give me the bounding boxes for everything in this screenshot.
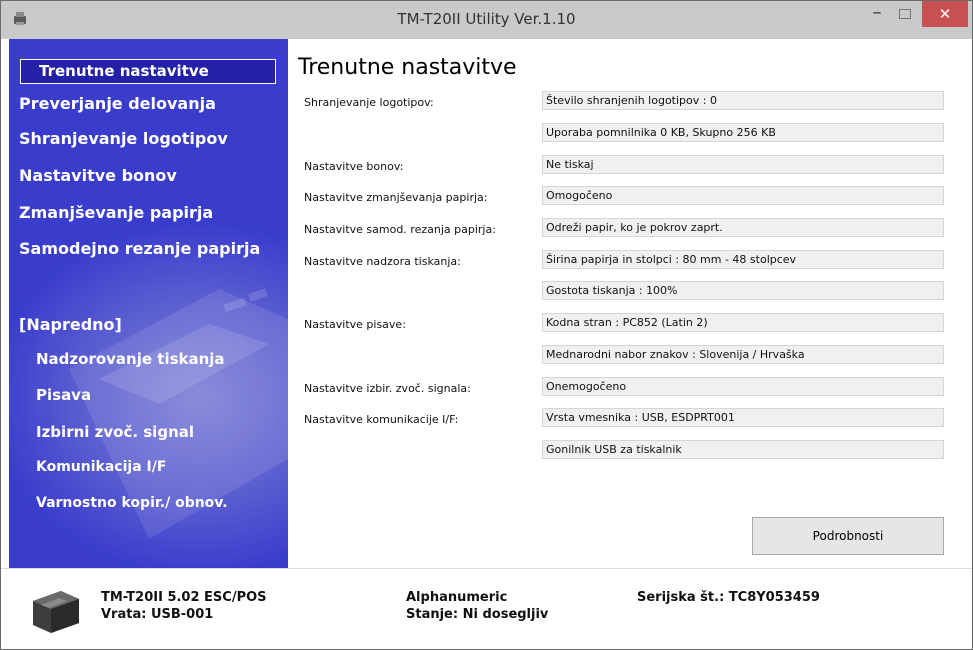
details-button[interactable]: Podrobnosti	[752, 517, 944, 555]
value-paper-reduction: Omogočeno	[542, 186, 944, 205]
label-print-monitoring: Nastavitve nadzora tiskanja:	[304, 255, 461, 268]
value-print-density: Gostota tiskanja : 100%	[542, 281, 944, 300]
page-title: Trenutne nastavitve	[298, 55, 517, 80]
serial-number: Serijska št.: TC8Y053459	[637, 590, 820, 605]
sidebar-item-current-settings[interactable]: Trenutne nastavitve	[20, 59, 276, 84]
printer-device-icon	[33, 591, 79, 633]
sidebar-item-font[interactable]: Pisava	[36, 386, 91, 404]
utility-window: TM-T20II Utility Ver.1.10 – ✕ Trenutne n…	[0, 0, 973, 650]
value-usb-driver: Gonilnik USB za tiskalnik	[542, 440, 944, 459]
value-buzzer: Onemogočeno	[542, 377, 944, 396]
sidebar-item-print-monitoring[interactable]: Nadzorovanje tiskanja	[36, 350, 225, 368]
label-communication-settings: Nastavitve komunikacije I/F:	[304, 413, 459, 426]
minimize-button[interactable]: –	[864, 1, 890, 27]
label-receipt-settings: Nastavitve bonov:	[304, 160, 404, 173]
value-interface-type: Vrsta vmesnika : USB, ESDPRT001	[542, 408, 944, 427]
window-title: TM-T20II Utility Ver.1.10	[397, 10, 576, 28]
printer-port: Vrata: USB-001	[101, 607, 214, 622]
settings-panel: Trenutne nastavitve Shranjevanje logotip…	[288, 39, 972, 568]
sidebar-item-operation-check[interactable]: Preverjanje delovanja	[19, 94, 216, 113]
value-logo-count: Število shranjenih logotipov : 0	[542, 91, 944, 110]
close-icon: ✕	[938, 5, 952, 23]
label-logo-storage: Shranjevanje logotipov:	[304, 96, 434, 109]
sidebar-item-receipt-settings[interactable]: Nastavitve bonov	[19, 166, 177, 185]
sidebar-item-paper-reduction[interactable]: Zmanjševanje papirja	[19, 203, 213, 222]
sidebar-item-buzzer[interactable]: Izbirni zvoč. signal	[36, 423, 194, 441]
value-auto-cut: Odreži papir, ko je pokrov zaprt.	[542, 218, 944, 237]
close-button[interactable]: ✕	[922, 1, 968, 27]
printer-background-graphic	[69, 288, 288, 539]
maximize-button[interactable]	[891, 1, 917, 27]
sidebar-item-communication[interactable]: Komunikacija I/F	[36, 459, 166, 475]
value-paper-width: Širina papirja in stolpci : 80 mm - 48 s…	[542, 250, 944, 269]
label-auto-cut: Nastavitve samod. rezanja papirja:	[304, 223, 496, 236]
label-font-settings: Nastavitve pisave:	[304, 318, 406, 331]
label-paper-reduction: Nastavitve zmanjševanja papirja:	[304, 191, 488, 204]
sidebar-advanced-header: [Napredno]	[19, 315, 122, 334]
value-receipt-settings: Ne tiskaj	[542, 155, 944, 174]
printer-model: TM-T20II 5.02 ESC/POS	[101, 590, 267, 605]
title-bar[interactable]: TM-T20II Utility Ver.1.10 – ✕	[1, 1, 972, 39]
status-footer: TM-T20II 5.02 ESC/POS Vrata: USB-001 Alp…	[1, 568, 972, 649]
value-memory-usage: Uporaba pomnilnika 0 KB, Skupno 256 KB	[542, 123, 944, 142]
value-charset: Mednarodni nabor znakov : Slovenija / Hr…	[542, 345, 944, 364]
label-buzzer-settings: Nastavitve izbir. zvoč. signala:	[304, 382, 471, 395]
sidebar-item-backup-restore[interactable]: Varnostno kopir./ obnov.	[36, 495, 228, 511]
minimize-icon: –	[872, 2, 882, 23]
sidebar: Trenutne nastavitve Preverjanje delovanj…	[9, 39, 288, 568]
printer-mode: Alphanumeric	[406, 590, 508, 605]
value-code-page: Kodna stran : PC852 (Latin 2)	[542, 313, 944, 332]
printer-status: Stanje: Ni dosegljiv	[406, 607, 549, 622]
maximize-icon	[899, 9, 911, 19]
sidebar-item-logo-storage[interactable]: Shranjevanje logotipov	[19, 129, 228, 148]
sidebar-item-auto-cut[interactable]: Samodejno rezanje papirja	[19, 239, 260, 258]
